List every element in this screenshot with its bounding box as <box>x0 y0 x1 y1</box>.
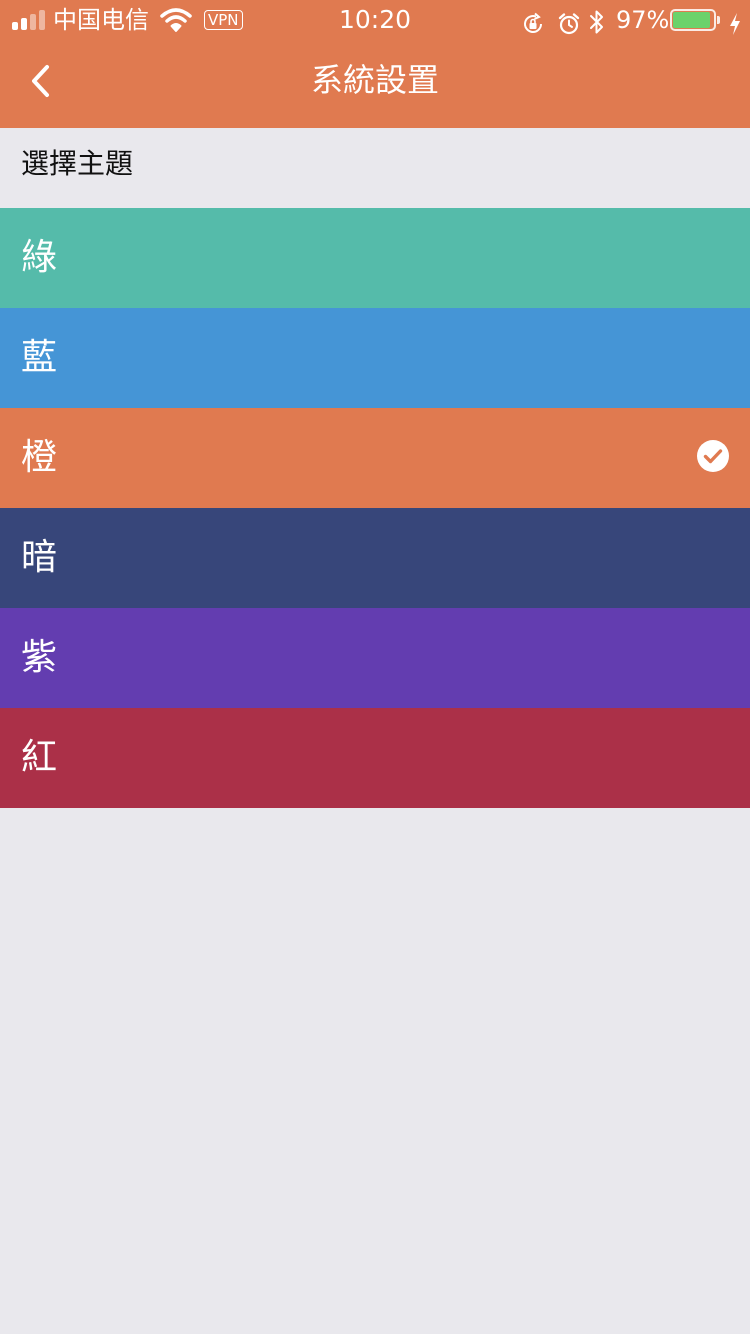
battery-level-fill <box>673 12 710 28</box>
theme-option-red[interactable]: 紅 <box>0 708 750 808</box>
theme-label: 藍 <box>21 337 58 378</box>
theme-label: 綠 <box>21 237 58 278</box>
back-button[interactable] <box>20 56 64 106</box>
section-header: 選擇主題 <box>0 128 750 208</box>
theme-option-blue[interactable]: 藍 <box>0 308 750 408</box>
alarm-icon <box>557 8 581 35</box>
header: 中国电信 VPN 10:20 97% 系統設置 <box>0 0 750 128</box>
section-title: 選擇主題 <box>21 147 134 180</box>
rotation-lock-icon <box>521 8 545 33</box>
battery-icon <box>670 9 720 31</box>
battery-percentage: 97% <box>616 6 670 34</box>
theme-list: 綠藍橙暗紫紅 <box>0 208 750 808</box>
theme-option-orange[interactable]: 橙 <box>0 408 750 508</box>
theme-label: 紫 <box>21 637 58 678</box>
charging-icon <box>728 8 742 35</box>
checkmark-icon <box>697 440 729 472</box>
navigation-bar: 系統設置 <box>0 40 750 128</box>
page-title: 系統設置 <box>310 61 439 99</box>
theme-label: 紅 <box>21 737 58 778</box>
theme-option-dark[interactable]: 暗 <box>0 508 750 608</box>
theme-label: 暗 <box>21 537 58 578</box>
theme-option-purple[interactable]: 紫 <box>0 608 750 708</box>
theme-option-green[interactable]: 綠 <box>0 208 750 308</box>
theme-label: 橙 <box>21 437 58 478</box>
status-bar: 中国电信 VPN 10:20 97% <box>0 0 750 40</box>
bluetooth-icon <box>588 7 606 34</box>
chevron-left-icon <box>32 65 49 97</box>
